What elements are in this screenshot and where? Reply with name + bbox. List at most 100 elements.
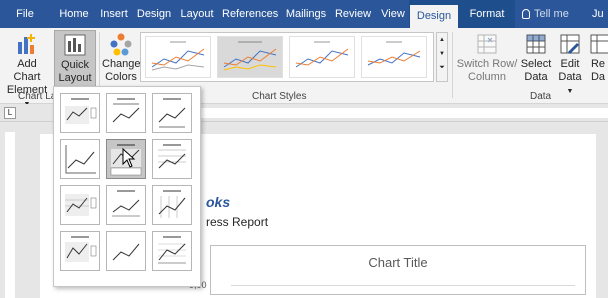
quick-layout-option-8[interactable] bbox=[106, 185, 146, 225]
vertical-ruler bbox=[0, 122, 20, 298]
quick-layout-icon bbox=[64, 34, 86, 56]
scroll-up-icon[interactable]: ▲ bbox=[437, 33, 447, 47]
user-initials[interactable]: Ju bbox=[592, 0, 608, 28]
switch-row-column-label-1: Switch Row/ bbox=[456, 58, 518, 70]
tab-view-label: View bbox=[381, 8, 405, 20]
select-data-icon bbox=[526, 34, 546, 54]
tab-review[interactable]: Review bbox=[334, 0, 372, 28]
quick-layout-option-9[interactable] bbox=[152, 185, 192, 225]
quick-layout-option-7[interactable] bbox=[60, 185, 100, 225]
layout-9-preview bbox=[158, 190, 186, 218]
tab-mailings[interactable]: Mailings bbox=[283, 0, 329, 28]
quick-layout-gallery bbox=[53, 86, 201, 287]
tab-selector-icon[interactable]: L bbox=[4, 107, 16, 119]
layout-12-preview bbox=[158, 236, 186, 264]
tab-chart-design-label: Design bbox=[416, 10, 452, 22]
scroll-down-icon[interactable]: ▼ bbox=[437, 47, 447, 61]
tab-file-label: File bbox=[16, 8, 34, 20]
layout-2-preview bbox=[112, 98, 140, 123]
color-palette-icon bbox=[110, 33, 132, 56]
change-colors-label-1: Change bbox=[102, 58, 141, 70]
lightbulb-icon bbox=[522, 9, 530, 20]
quick-layout-option-6[interactable] bbox=[152, 139, 192, 179]
add-chart-element-icon bbox=[18, 34, 35, 54]
tell-me-box[interactable]: Tell me bbox=[522, 0, 590, 28]
vertical-ruler-bar[interactable] bbox=[5, 132, 15, 298]
chart-title[interactable]: Chart Title bbox=[211, 255, 585, 270]
layout-6-preview bbox=[158, 144, 186, 169]
switch-row-column-label-2: Column bbox=[468, 71, 506, 83]
tab-view[interactable]: View bbox=[377, 0, 409, 28]
chart-style-1-preview bbox=[151, 41, 205, 71]
switch-row-column-button[interactable]: Switch Row/ Column bbox=[456, 32, 518, 84]
select-data-label-2: Data bbox=[524, 71, 548, 83]
edit-data-icon bbox=[560, 34, 580, 54]
group-label-chart-layouts: Chart La bbox=[18, 91, 57, 102]
tab-format[interactable]: Format bbox=[464, 0, 510, 28]
ribbon-tab-bar: File Home Insert Design Layout Reference… bbox=[0, 0, 608, 28]
tab-layout-label: Layout bbox=[180, 8, 214, 20]
chart-style-2[interactable] bbox=[217, 36, 283, 78]
group-label-data: Data bbox=[530, 91, 552, 102]
select-data-button[interactable]: Select Data bbox=[519, 32, 553, 84]
layout-10-preview bbox=[65, 236, 97, 262]
chart-styles-gallery bbox=[140, 32, 434, 82]
document-heading[interactable]: oks bbox=[206, 194, 230, 210]
tab-mailings-label: Mailings bbox=[285, 8, 327, 20]
select-data-label-1: Select bbox=[520, 58, 552, 70]
chart-gridline bbox=[231, 285, 575, 286]
change-colors-label-2-text: Colors bbox=[105, 71, 137, 83]
layout-7-preview bbox=[65, 194, 97, 216]
tab-design-doc[interactable]: Design bbox=[136, 0, 172, 28]
quick-layout-label-2-text: Layout bbox=[58, 72, 92, 84]
tab-chart-design[interactable]: Design bbox=[410, 5, 458, 28]
chart-style-3[interactable] bbox=[289, 36, 355, 78]
layout-1-preview bbox=[65, 98, 97, 124]
chart-style-4[interactable] bbox=[361, 36, 427, 78]
chart-styles-scroll[interactable]: ▲ ▼ ⏷ bbox=[436, 32, 448, 82]
quick-layout-option-1[interactable] bbox=[60, 93, 100, 133]
refresh-data-button[interactable]: Re Da bbox=[588, 32, 608, 84]
chart-style-2-preview bbox=[223, 41, 277, 71]
tab-home[interactable]: Home bbox=[56, 0, 92, 28]
chart-style-1[interactable] bbox=[145, 36, 211, 78]
gallery-more-icon[interactable]: ⏷ bbox=[437, 61, 447, 75]
quick-layout-option-11[interactable] bbox=[106, 231, 146, 271]
tab-insert[interactable]: Insert bbox=[97, 0, 131, 28]
quick-layout-button[interactable]: Quick Layout ▼ bbox=[54, 30, 96, 96]
chart-style-4-preview bbox=[367, 41, 421, 66]
tab-references[interactable]: References bbox=[222, 0, 278, 28]
refresh-data-label-2: Da bbox=[590, 71, 606, 83]
layout-3-preview bbox=[158, 98, 186, 128]
switch-row-column-icon bbox=[477, 34, 497, 54]
tab-file[interactable]: File bbox=[6, 0, 44, 28]
edit-data-label-2-text: Data bbox=[558, 71, 582, 83]
tab-review-label: Review bbox=[334, 8, 372, 20]
layout-11-preview bbox=[112, 243, 140, 261]
group-label-chart-styles: Chart Styles bbox=[252, 91, 307, 102]
edit-data-label-1: Edit bbox=[560, 58, 580, 70]
ribbon-separator bbox=[452, 32, 453, 98]
chevron-down-icon: ▼ bbox=[566, 88, 574, 95]
tab-format-label: Format bbox=[469, 8, 505, 20]
quick-layout-option-10[interactable] bbox=[60, 231, 100, 271]
quick-layout-option-3[interactable] bbox=[152, 93, 192, 133]
mouse-pointer-icon bbox=[122, 148, 136, 168]
chart-style-3-preview bbox=[295, 41, 349, 68]
tab-insert-label: Insert bbox=[100, 8, 128, 20]
quick-layout-option-2[interactable] bbox=[106, 93, 146, 133]
quick-layout-option-12[interactable] bbox=[152, 231, 192, 271]
tell-me-label: Tell me bbox=[534, 8, 569, 20]
quick-layout-label-1: Quick bbox=[60, 59, 90, 71]
user-initials-label: Ju bbox=[592, 8, 604, 20]
tab-home-label: Home bbox=[59, 8, 89, 20]
quick-layout-option-4[interactable] bbox=[60, 139, 100, 179]
add-chart-element-label-1: Add Chart bbox=[13, 58, 41, 83]
edit-data-button[interactable]: Edit Data ▼ bbox=[554, 32, 586, 98]
layout-4-preview bbox=[65, 145, 96, 174]
chart-object[interactable]: Chart Title 9,00 bbox=[189, 245, 586, 295]
tab-design-doc-label: Design bbox=[136, 8, 172, 20]
tab-layout[interactable]: Layout bbox=[177, 0, 217, 28]
layout-8-preview bbox=[112, 190, 140, 217]
document-subheading[interactable]: ress Report bbox=[206, 215, 268, 229]
